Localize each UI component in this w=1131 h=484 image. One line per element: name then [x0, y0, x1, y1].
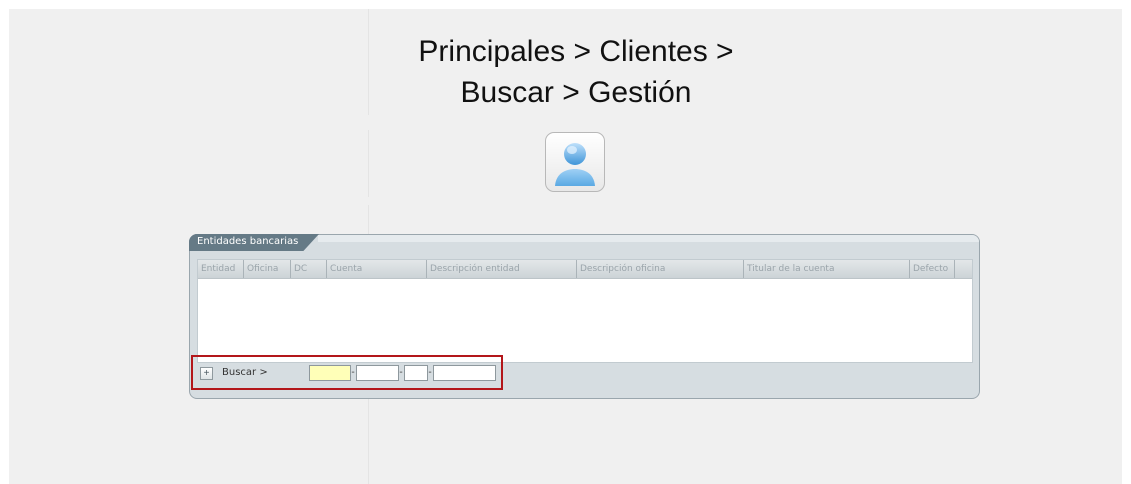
user-avatar-icon — [555, 143, 595, 186]
grid-header: Entidad Oficina DC Cuenta Descripción en… — [198, 260, 972, 279]
vertical-divider-gap — [368, 197, 369, 205]
highlight-annotation-box — [191, 355, 503, 390]
vertical-divider-gap — [368, 115, 369, 130]
bank-accounts-grid: Entidad Oficina DC Cuenta Descripción en… — [197, 259, 973, 363]
breadcrumb-line-2: Buscar > Gestión — [460, 76, 692, 109]
column-header-descripcion-entidad[interactable]: Descripción entidad — [426, 260, 576, 278]
breadcrumb: Principales > Clientes > Buscar > Gestió… — [368, 31, 784, 113]
breadcrumb-line-1: Principales > Clientes > — [418, 35, 734, 68]
column-header-dc[interactable]: DC — [290, 260, 326, 278]
panel-title: Entidades bancarias — [197, 236, 299, 247]
column-header-titular-cuenta[interactable]: Titular de la cuenta — [743, 260, 909, 278]
client-avatar-button[interactable] — [545, 132, 605, 192]
column-header-defecto[interactable]: Defecto — [909, 260, 954, 278]
column-header-entidad[interactable]: Entidad — [198, 260, 243, 278]
column-header-cuenta[interactable]: Cuenta — [326, 260, 426, 278]
panel-title-tab: Entidades bancarias — [189, 234, 319, 251]
column-header-descripcion-oficina[interactable]: Descripción oficina — [576, 260, 743, 278]
column-header-spacer — [954, 260, 972, 278]
panel-header-bar — [318, 235, 979, 242]
column-header-oficina[interactable]: Oficina — [243, 260, 290, 278]
